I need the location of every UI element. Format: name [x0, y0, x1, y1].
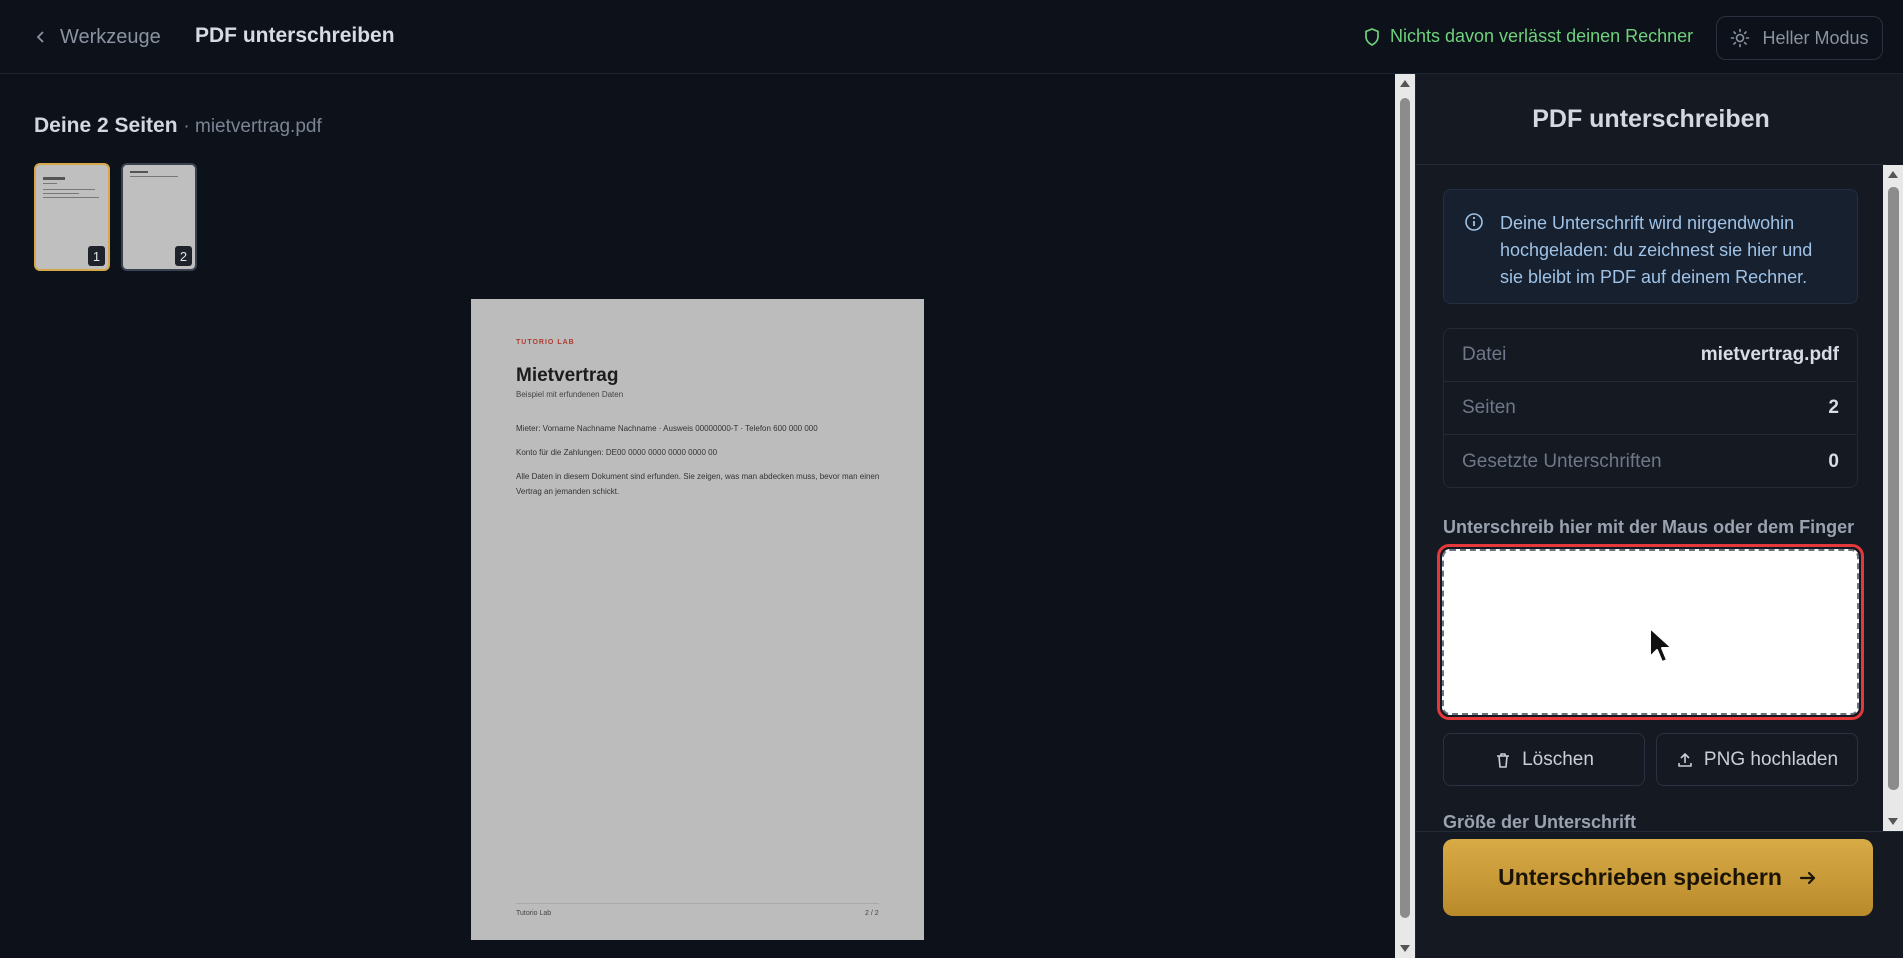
- stat-value: 0: [1828, 450, 1839, 472]
- file-name-suffix: · mietvertrag.pdf: [183, 116, 322, 137]
- light-mode-button[interactable]: Heller Modus: [1716, 16, 1883, 60]
- top-bar: Werkzeuge PDF unterschreiben Nichts davo…: [0, 0, 1903, 74]
- pages-count-title: Deine 2 Seiten: [34, 114, 178, 137]
- page-thumbnail-1[interactable]: 1: [34, 163, 110, 271]
- upload-icon: [1678, 752, 1692, 767]
- doc-title: Mietvertrag: [516, 365, 619, 386]
- signature-pad[interactable]: [1442, 549, 1859, 715]
- light-mode-label: Heller Modus: [1762, 27, 1869, 48]
- trash-icon: [1497, 752, 1510, 768]
- save-label: Unterschrieben speichern: [1498, 864, 1782, 890]
- upload-label: PNG hochladen: [1703, 748, 1839, 770]
- stat-value: mietvertrag.pdf: [1700, 344, 1839, 365]
- scrollbar-thumb[interactable]: [1400, 98, 1410, 918]
- arrow-right-icon: [1799, 871, 1815, 884]
- stat-key: Seiten: [1462, 397, 1516, 418]
- thumbnail-number: 2: [175, 246, 192, 266]
- stat-key: Datei: [1462, 344, 1507, 365]
- stat-key: Gesetzte Unterschriften: [1462, 450, 1662, 472]
- clear-label: Löschen: [1522, 748, 1594, 770]
- scroll-up-icon[interactable]: [1888, 171, 1898, 178]
- document-preview[interactable]: TUTORIO LAB Mietvertrag Beispiel mit erf…: [471, 299, 924, 940]
- chevron-left-icon: [36, 31, 44, 43]
- doc-page-number: 2 / 2: [865, 910, 879, 917]
- scroll-down-icon[interactable]: [1888, 818, 1898, 825]
- privacy-text: Nichts davon verlässt deinen Rechner: [1390, 26, 1694, 46]
- stat-row-file: Datei mietvertrag.pdf: [1444, 329, 1857, 382]
- thumbnail-number: 1: [88, 246, 105, 266]
- doc-disclaimer: Alle Daten in diesem Dokument sind erfun…: [516, 472, 880, 496]
- page-title: PDF unterschreiben: [195, 24, 395, 47]
- scroll-up-icon[interactable]: [1400, 80, 1410, 87]
- stat-value: 2: [1828, 397, 1839, 418]
- page-thumbnail-2[interactable]: 2: [121, 163, 197, 271]
- scrollbar-thumb[interactable]: [1888, 187, 1899, 790]
- sun-icon: [1731, 28, 1750, 48]
- doc-tenant-line: Mieter: Vorname Nachname Nachname · Ausw…: [516, 424, 818, 433]
- signature-size-label: Größe der Unterschrift: [1443, 812, 1637, 832]
- signature-pad-label: Unterschreib hier mit der Maus oder dem …: [1443, 517, 1855, 537]
- file-stats: Datei mietvertrag.pdf Seiten 2 Gesetzte …: [1443, 328, 1858, 488]
- doc-footer-divider: [516, 903, 879, 904]
- doc-account-line: Konto für die Zahlungen: DE00 0000 0000 …: [516, 448, 718, 457]
- upload-png-button[interactable]: PNG hochladen: [1656, 733, 1858, 786]
- stat-row-signatures: Gesetzte Unterschriften 0: [1444, 435, 1857, 487]
- back-label: Werkzeuge: [60, 25, 161, 48]
- privacy-info-box: Deine Unterschrift wird nirgendwohin hoc…: [1443, 189, 1858, 304]
- save-signed-button[interactable]: Unterschrieben speichern: [1443, 839, 1873, 916]
- info-text: Deine Unterschrift wird nirgendwohin hoc…: [1500, 213, 1813, 287]
- doc-footer-brand: Tutorio Lab: [516, 910, 552, 917]
- pages-header: Deine 2 Seiten · mietvertrag.pdf: [34, 114, 322, 138]
- scroll-down-icon[interactable]: [1400, 945, 1410, 952]
- panel-footer: Unterschrieben speichern: [1416, 831, 1903, 958]
- shield-icon: [1365, 27, 1379, 46]
- clear-signature-button[interactable]: Löschen: [1443, 733, 1645, 786]
- mouse-cursor-icon: [1649, 627, 1673, 663]
- doc-subtitle: Beispiel mit erfundenen Daten: [516, 390, 624, 399]
- privacy-note: Nichts davon verlässt deinen Rechner: [1364, 26, 1693, 47]
- panel-scrollbar[interactable]: [1883, 165, 1903, 831]
- back-link[interactable]: Werkzeuge: [34, 24, 161, 50]
- stat-row-pages: Seiten 2: [1444, 382, 1857, 435]
- info-icon: [1465, 213, 1483, 231]
- panel-title: PDF unterschreiben: [1416, 74, 1886, 165]
- doc-brand: TUTORIO LAB: [516, 339, 575, 346]
- preview-scrollbar[interactable]: [1395, 74, 1415, 958]
- sign-panel: PDF unterschreiben Deine Unterschrift wi…: [1415, 74, 1903, 958]
